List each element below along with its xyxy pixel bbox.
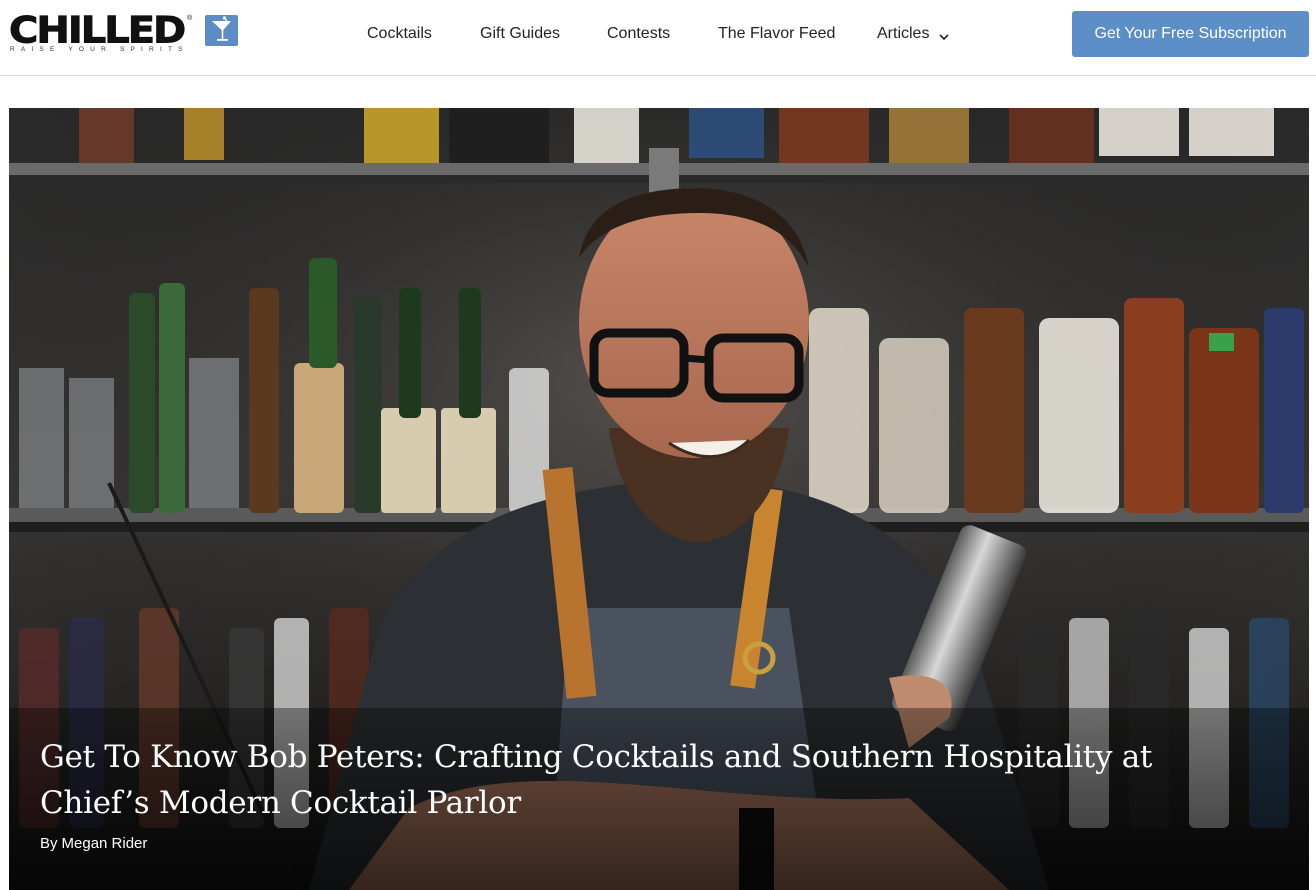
site-header: CHILLED ® RAISE YOUR SPIRITS Cocktails G…	[0, 0, 1316, 76]
nav-item-flavor-feed[interactable]: The Flavor Feed	[718, 22, 835, 46]
featured-article[interactable]: Get To Know Bob Peters: Crafting Cocktai…	[9, 108, 1309, 890]
article-title[interactable]: Get To Know Bob Peters: Crafting Cocktai…	[40, 734, 1160, 826]
byline-prefix: By	[40, 835, 58, 852]
free-subscription-button[interactable]: Get Your Free Subscription	[1072, 11, 1309, 57]
martini-glass-icon	[205, 15, 238, 46]
nav-item-cocktails[interactable]: Cocktails	[367, 22, 432, 46]
chevron-down-icon[interactable]	[938, 29, 950, 47]
logo-tagline: RAISE YOUR SPIRITS	[10, 46, 189, 53]
site-logo[interactable]: CHILLED ® RAISE YOUR SPIRITS	[8, 9, 238, 57]
nav-item-articles[interactable]: Articles	[877, 22, 929, 46]
logo-wordmark: CHILLED	[8, 9, 186, 52]
nav-item-gift-guides[interactable]: Gift Guides	[480, 22, 560, 46]
nav-item-contests[interactable]: Contests	[607, 22, 670, 46]
author-name[interactable]: Megan Rider	[62, 835, 148, 852]
registered-mark-icon: ®	[187, 15, 193, 22]
article-byline: By Megan Rider	[40, 835, 147, 852]
